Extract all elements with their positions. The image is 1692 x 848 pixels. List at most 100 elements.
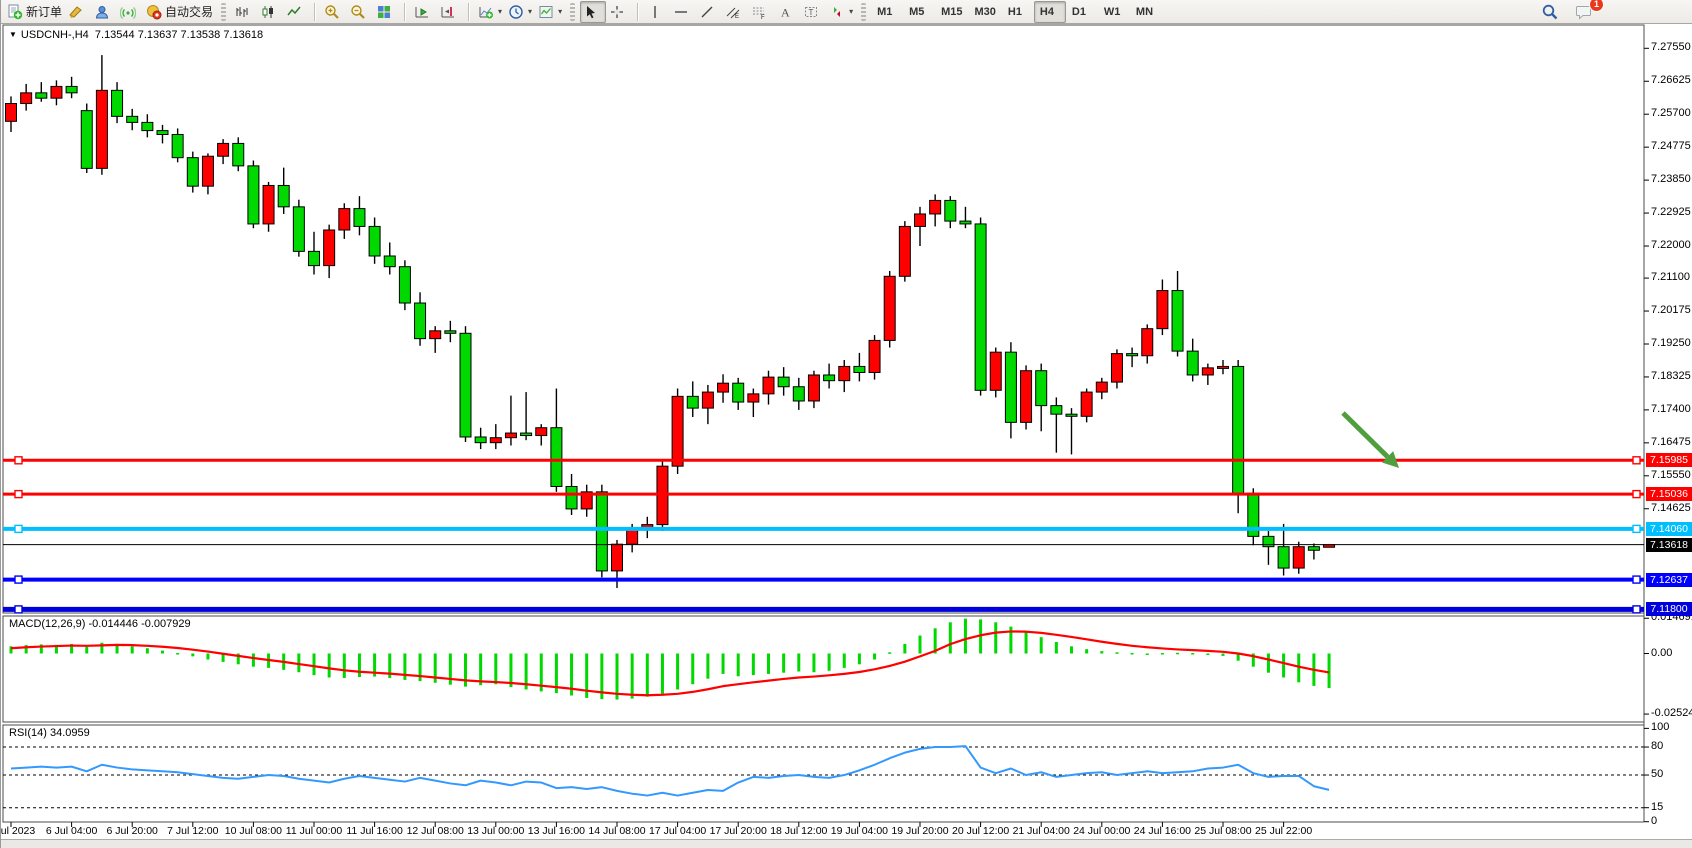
- timeframe-button-d1[interactable]: D1: [1066, 1, 1098, 23]
- chart-symbol-dropdown-icon[interactable]: ▼: [9, 30, 17, 39]
- line-handle[interactable]: [15, 606, 22, 613]
- toolbar-button-auto-scroll[interactable]: [411, 1, 437, 23]
- price-axis-label: 7.16475: [1651, 436, 1691, 448]
- toolbar-button-arrows[interactable]: ▾: [826, 1, 856, 23]
- timeframe-button-h4[interactable]: H4: [1034, 1, 1066, 23]
- toolbar-drag-handle: [221, 3, 226, 21]
- dropdown-caret-icon[interactable]: ▾: [528, 7, 532, 16]
- toolbar-button-zoom-in[interactable]: [321, 1, 347, 23]
- notification-badge: 1: [1589, 0, 1604, 12]
- macd-bar: [797, 654, 800, 672]
- rsi-axis-label: 80: [1651, 740, 1663, 752]
- bear-candle: [596, 492, 607, 571]
- bull-candle: [536, 428, 547, 436]
- macd-bar: [1176, 653, 1179, 655]
- toolbar-group: [577, 0, 635, 23]
- bear-candle: [293, 207, 304, 252]
- macd-bar: [1115, 652, 1118, 654]
- price-axis-label: 7.27550: [1651, 41, 1691, 53]
- bear-candle: [309, 251, 320, 265]
- macd-bar: [737, 654, 740, 677]
- time-axis-label: 6 Jul 04:00: [46, 825, 97, 837]
- toolbar-button-new-order[interactable]: 新订单: [4, 1, 65, 23]
- timeframe-button-m5[interactable]: M5: [903, 1, 935, 23]
- dropdown-caret-icon[interactable]: ▾: [558, 7, 562, 16]
- time-axis-label: 25 Jul 08:00: [1194, 825, 1251, 837]
- macd-bar: [843, 654, 846, 668]
- bear-candle: [521, 433, 532, 435]
- hline-icon: [673, 4, 689, 20]
- dropdown-caret-icon[interactable]: ▾: [498, 7, 502, 16]
- timeframe-button-m1[interactable]: M1: [871, 1, 903, 23]
- macd-bar: [919, 636, 922, 654]
- toolbar-button-zoom-out[interactable]: [347, 1, 373, 23]
- toolbar-button-periods[interactable]: ▾: [505, 1, 535, 23]
- toolbar-button-bar-chart[interactable]: [231, 1, 257, 23]
- timeframe-button-w1[interactable]: W1: [1098, 1, 1130, 23]
- line-handle[interactable]: [1633, 491, 1640, 498]
- price-axis-label: 7.20175: [1651, 304, 1691, 316]
- toolbar-button-indicators[interactable]: ▾: [475, 1, 505, 23]
- toolbar-button-brush[interactable]: [65, 1, 91, 23]
- timeframe-button-m30[interactable]: M30: [969, 1, 1002, 23]
- toolbar-button-trendline[interactable]: [696, 1, 722, 23]
- bull-candle: [763, 377, 774, 394]
- dropdown-caret-icon[interactable]: ▾: [849, 7, 853, 16]
- toolbar-button-chat[interactable]: 1: [1572, 1, 1598, 23]
- toolbar-button-cursor[interactable]: [580, 1, 606, 23]
- line-handle[interactable]: [1633, 457, 1640, 464]
- toolbar-button-fibonacci[interactable]: F: [748, 1, 774, 23]
- macd-bar: [903, 644, 906, 654]
- toolbar-button-hline[interactable]: [670, 1, 696, 23]
- vline-icon: [647, 4, 663, 20]
- line-handle[interactable]: [1633, 606, 1640, 613]
- bear-candle: [399, 267, 410, 303]
- line-handle[interactable]: [15, 576, 22, 583]
- bull-candle: [490, 438, 501, 443]
- price-level-tag: 7.11800: [1646, 602, 1692, 616]
- toolbar-button-signal[interactable]: [117, 1, 143, 23]
- bear-candle: [1308, 547, 1319, 551]
- toolbar-button-autotrade[interactable]: 自动交易: [143, 1, 216, 23]
- toolbar-button-search[interactable]: [1538, 1, 1564, 23]
- svg-text:E: E: [735, 14, 739, 20]
- bull-candle: [839, 366, 850, 380]
- macd-bar: [691, 654, 694, 685]
- bear-candle: [157, 131, 168, 135]
- toolbar-button-profile[interactable]: [91, 1, 117, 23]
- line-handle[interactable]: [15, 457, 22, 464]
- profile-icon: [94, 4, 110, 20]
- line-handle[interactable]: [1633, 576, 1640, 583]
- toolbar-button-vline[interactable]: [644, 1, 670, 23]
- line-handle[interactable]: [15, 525, 22, 532]
- timeframe-button-mn[interactable]: MN: [1130, 1, 1162, 23]
- bear-candle: [960, 221, 971, 224]
- toolbar-group: E FAT ▾: [641, 0, 859, 23]
- toolbar-button-line-chart[interactable]: [283, 1, 309, 23]
- time-axis-label: 13 Jul 00:00: [467, 825, 524, 837]
- macd-bar: [206, 654, 209, 660]
- toolbar-button-channel[interactable]: E: [722, 1, 748, 23]
- macd-name: MACD(12,26,9): [9, 618, 85, 630]
- toolbar-button-templates[interactable]: ▾: [535, 1, 565, 23]
- macd-bar: [706, 654, 709, 679]
- timeframe-button-h1[interactable]: H1: [1002, 1, 1034, 23]
- bull-candle: [1293, 547, 1304, 568]
- toolbar-button-tile-windows[interactable]: [373, 1, 399, 23]
- price-axis-label: 7.25700: [1651, 107, 1691, 119]
- toolbar-button-label[interactable]: T: [800, 1, 826, 23]
- toolbar-button-candlestick[interactable]: [257, 1, 283, 23]
- toolbar-button-chart-shift[interactable]: [437, 1, 463, 23]
- bull-candle: [505, 433, 516, 438]
- toolbar-button-crosshair[interactable]: [606, 1, 632, 23]
- price-axis-label: 7.26625: [1651, 74, 1691, 86]
- line-handle[interactable]: [1633, 525, 1640, 532]
- bear-candle: [975, 224, 986, 390]
- toolbar-button-text[interactable]: A: [774, 1, 800, 23]
- timeframe-button-m15[interactable]: M15: [935, 1, 968, 23]
- status-strip: [1, 839, 1692, 848]
- price-axis-label: 7.23850: [1651, 173, 1691, 185]
- time-axis-label: 21 Jul 04:00: [1013, 825, 1070, 837]
- bull-candle: [884, 276, 895, 340]
- line-handle[interactable]: [15, 491, 22, 498]
